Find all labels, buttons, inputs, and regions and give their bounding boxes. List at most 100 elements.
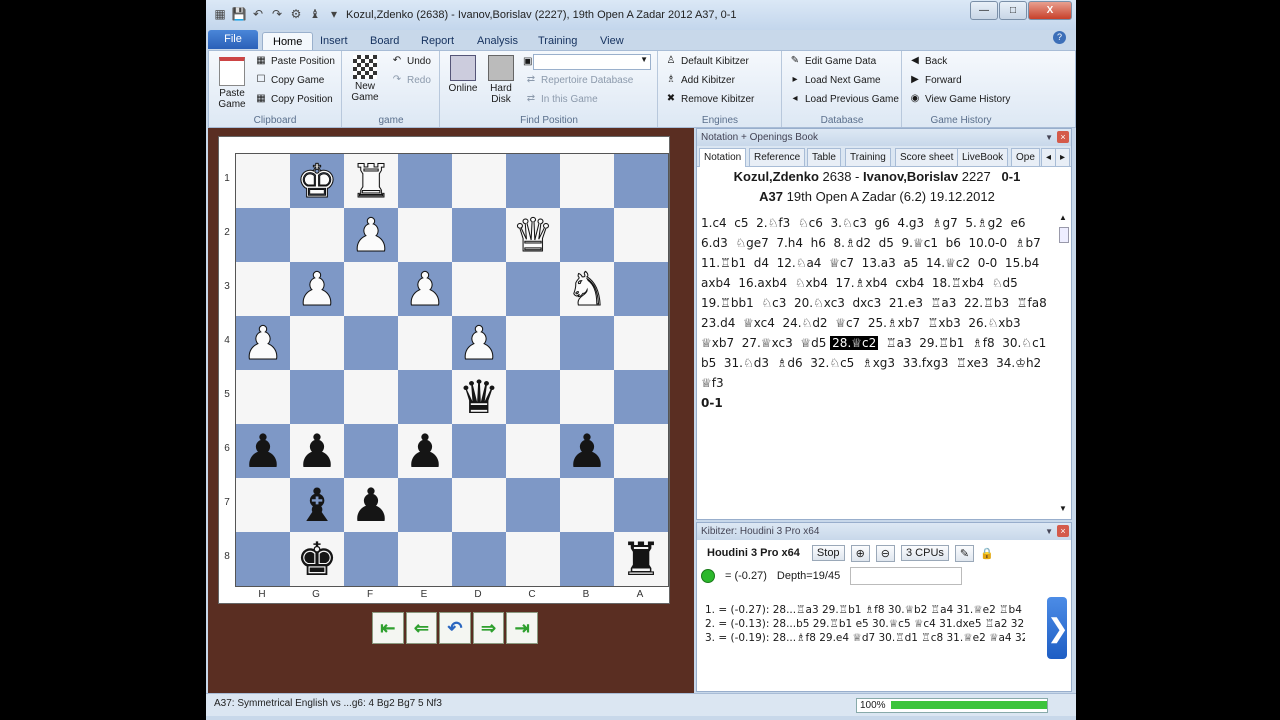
white-pawn-icon[interactable]: ♟ [404,262,446,317]
tab-report[interactable]: Report [411,32,464,50]
black-king-icon[interactable]: ♚ [296,532,337,586]
board-square[interactable] [398,154,452,208]
engine-settings-icon[interactable]: ✎ [954,544,975,562]
make-move-arrow-icon[interactable]: ❯ [1047,597,1069,659]
board-square[interactable] [236,532,290,586]
tab-livebook[interactable]: LiveBook [957,148,1009,166]
tab-openings[interactable]: Ope [1011,148,1040,166]
board-square[interactable] [236,262,290,316]
board-square[interactable] [452,262,506,316]
previous-move-button[interactable]: ⇐ [405,612,438,644]
black-pawn-icon[interactable]: ♟ [242,424,283,478]
tab-reference[interactable]: Reference [749,148,806,166]
in-this-game-button[interactable]: ⇄ In this Game [525,92,598,108]
move-list[interactable]: 1.c4 c5 2.♘f3 ♘c6 3.♘c3 g6 4.g3 ♗g7 5.♗g… [701,213,1051,413]
black-bishop-icon[interactable]: ♝ [296,478,337,532]
board-square[interactable] [506,154,560,208]
board-square[interactable] [614,316,668,370]
board-square[interactable] [344,532,398,586]
tab-insert[interactable]: Insert [310,32,358,50]
board-square[interactable] [506,370,560,424]
board-square[interactable] [506,262,560,316]
board-square[interactable]: ♟ [344,208,398,263]
board-square[interactable]: ♛ [506,208,560,263]
board-square[interactable] [614,208,668,262]
board-square[interactable]: ♟ [452,316,506,371]
piece-icon[interactable]: ♝ [307,6,323,22]
board-square[interactable] [398,532,452,586]
board-square[interactable] [398,478,452,532]
app-icon[interactable]: ▦ [212,6,228,22]
tab-training[interactable]: Training [845,148,891,166]
engine-lines[interactable]: 1. = (-0.27): 28...♖a3 29.♖b1 ♗f8 30.♕b2… [705,603,1025,645]
tab-file[interactable]: File [208,30,258,49]
hard-disk-button[interactable]: Hard Disk [483,55,519,105]
last-move-button[interactable]: ⇥ [506,612,538,644]
board-square[interactable] [236,208,290,262]
tab-board[interactable]: Board [360,32,409,50]
board-square[interactable]: ♟ [236,316,290,371]
maximize-button[interactable]: □ [999,1,1027,20]
black-queen-icon[interactable]: ♛ [458,370,499,424]
board-square[interactable] [344,424,398,478]
close-icon[interactable]: × [1057,525,1069,537]
white-pawn-icon[interactable]: ♟ [242,316,284,371]
fewer-lines-icon[interactable]: ⊖ [875,544,895,562]
tab-training[interactable]: Training [528,32,587,50]
board-square[interactable] [560,208,614,262]
board-square[interactable]: ♚ [290,154,344,209]
engine-line[interactable]: 2. = (-0.13): 28...b5 29.♖b1 e5 30.♕c5 ♕… [705,617,1025,631]
copy-game-button[interactable]: ☐ Copy Game [255,73,325,89]
board-square[interactable]: ♜ [344,154,398,209]
forward-button[interactable]: ▶ Forward [909,73,962,89]
board-square[interactable]: ♟ [344,478,398,532]
board-square[interactable] [506,532,560,586]
board-square[interactable] [614,154,668,208]
next-move-button[interactable]: ⇒ [472,612,505,644]
tab-analysis[interactable]: Analysis [467,32,528,50]
board-square[interactable]: ♝ [290,478,344,532]
white-king-icon[interactable]: ♚ [296,154,338,209]
board-square[interactable]: ♚ [290,532,344,586]
load-next-game-button[interactable]: ▸ Load Next Game [789,73,880,89]
white-knight-icon[interactable]: ♞ [566,262,608,317]
white-rook-icon[interactable]: ♜ [350,154,392,209]
minimize-button[interactable]: — [970,1,998,20]
board-square[interactable] [560,532,614,586]
board-square[interactable] [452,208,506,262]
board-square[interactable] [398,208,452,262]
lock-icon[interactable]: 🔒 [980,547,994,560]
board-square[interactable]: ♜ [614,532,668,586]
add-kibitzer-button[interactable]: ♗ Add Kibitzer [665,73,735,89]
board-square[interactable] [560,370,614,424]
board-square[interactable] [398,316,452,370]
redo-button[interactable]: ↷ Redo [391,73,431,89]
chevron-down-icon[interactable]: ▼ [1045,523,1053,540]
redo-icon[interactable]: ↷ [269,6,285,22]
current-move[interactable]: 28.♕c2 [830,336,879,350]
board-square[interactable] [614,370,668,424]
board-square[interactable] [452,532,506,586]
back-button[interactable]: ◀ Back [909,54,947,70]
board-square[interactable]: ♞ [560,262,614,317]
board-square[interactable] [344,370,398,424]
notation-scrollbar[interactable]: ▲ ▼ [1059,213,1069,513]
moves-before[interactable]: 1.c4 c5 2.♘f3 ♘c6 3.♘c3 g6 4.g3 ♗g7 5.♗g… [701,216,1054,350]
view-game-history-button[interactable]: ◉ View Game History [909,92,1011,108]
repertoire-database-button[interactable]: ⇄ Repertoire Database [525,73,633,89]
chevron-down-icon[interactable]: ▼ [1045,129,1053,146]
board-square[interactable]: ♟ [398,424,452,478]
copy-position-button[interactable]: ▦ Copy Position [255,92,332,108]
board-square[interactable] [560,316,614,370]
undo-icon[interactable]: ↶ [250,6,266,22]
close-icon[interactable]: × [1057,131,1069,143]
help-icon[interactable]: ? [1053,31,1066,44]
board-square[interactable] [236,478,290,532]
save-icon[interactable]: 💾 [231,6,247,22]
paste-position-button[interactable]: ▦ Paste Position [255,54,335,70]
more-lines-icon[interactable]: ⊕ [850,544,870,562]
undo-button[interactable]: ↶ Undo [391,54,431,70]
board-square[interactable] [506,316,560,370]
board-square[interactable] [452,154,506,208]
online-button[interactable]: Online [445,55,481,94]
